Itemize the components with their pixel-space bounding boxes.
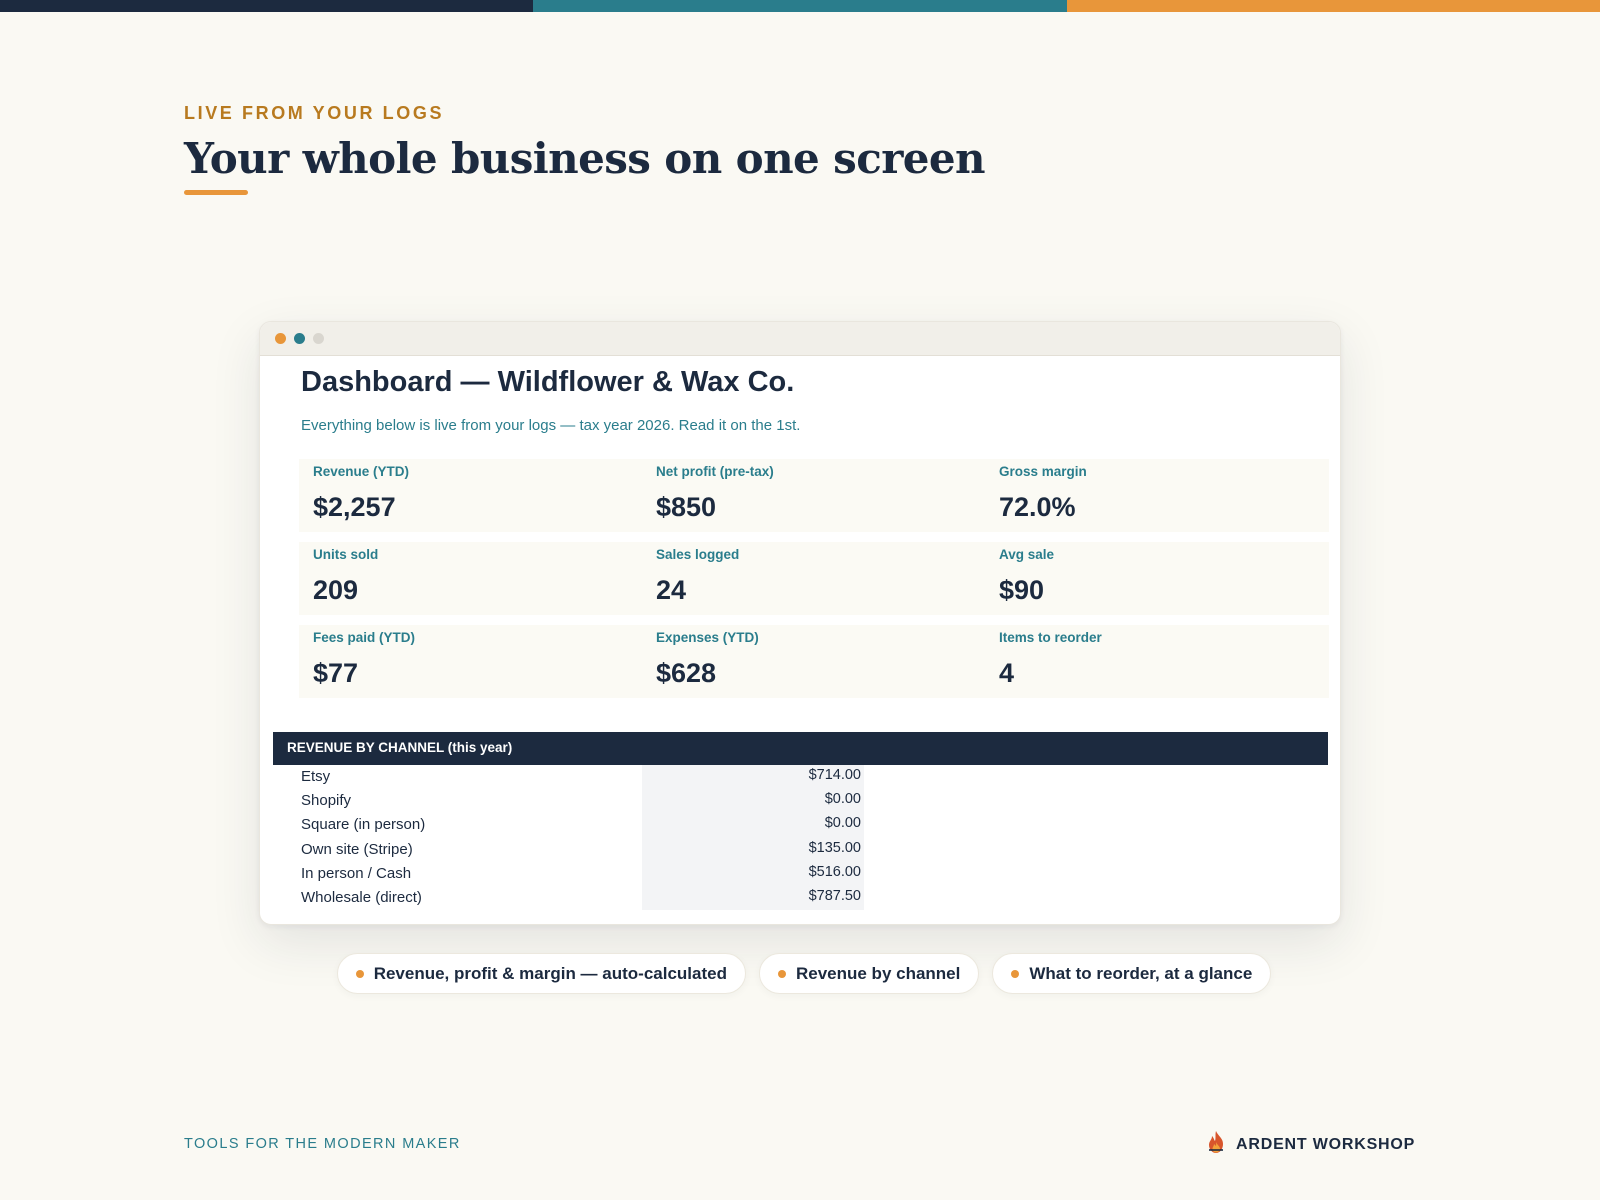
kpi-row: Fees paid (YTD) $77 Expenses (YTD) $628 …: [299, 625, 1329, 698]
kpi-label: Sales logged: [656, 547, 740, 562]
channel-table: Etsy $714.00 Shopify $0.00 Square (in pe…: [273, 765, 1328, 911]
kpi-value: $850: [656, 492, 717, 522]
channel-table-header: REVENUE BY CHANNEL (this year): [273, 732, 1328, 765]
channel-name: Square (in person): [301, 816, 426, 834]
feature-pill: Revenue by channel: [758, 953, 980, 994]
feature-pill: What to reorder, at a glance: [992, 953, 1272, 994]
table-row: In person / Cash $516.00: [273, 861, 1328, 886]
top-accent-bar: [0, 0, 1600, 12]
bullet-dot-icon: [355, 969, 364, 978]
kpi-card: Sales logged 24: [642, 542, 985, 615]
channel-name: In person / Cash: [301, 864, 412, 882]
kpi-label: Gross margin: [999, 464, 1087, 479]
channel-value: $0.00: [642, 789, 864, 814]
dashboard-title: Dashboard — Wildflower & Wax Co.: [301, 366, 795, 398]
channel-name: Etsy: [301, 768, 331, 785]
table-row: Shopify $0.00: [273, 789, 1328, 814]
flame-icon: [1206, 1130, 1226, 1159]
kpi-card: Items to reorder 4: [985, 625, 1329, 698]
feature-pill-label: Revenue, profit & margin — auto-calculat…: [373, 963, 727, 983]
feature-pill-label: Revenue by channel: [795, 963, 961, 983]
kpi-label: Fees paid (YTD): [313, 630, 416, 645]
channel-name: Shopify: [301, 792, 352, 810]
footer-brand: ARDENT WORKSHOP: [1206, 1130, 1415, 1159]
footer-tagline: TOOLS FOR THE MODERN MAKER: [184, 1136, 461, 1152]
bullet-dot-icon: [1011, 969, 1020, 978]
kpi-value: 72.0%: [999, 492, 1076, 522]
kpi-value: $90: [999, 575, 1045, 605]
kpi-label: Avg sale: [999, 547, 1055, 562]
kpi-card: Revenue (YTD) $2,257: [299, 459, 642, 532]
table-row: Wholesale (direct) $787.50: [273, 885, 1328, 911]
table-row: Own site (Stripe) $135.00: [273, 837, 1328, 862]
brand-name: ARDENT WORKSHOP: [1236, 1135, 1416, 1153]
table-row: Etsy $714.00: [273, 765, 1328, 790]
top-bar-segment-teal: [533, 0, 1067, 12]
kpi-card: Gross margin 72.0%: [985, 459, 1329, 532]
dashboard-subtitle: Everything below is live from your logs …: [301, 417, 801, 434]
eyebrow-label: LIVE FROM YOUR LOGS: [184, 103, 445, 123]
dashboard-window: Dashboard — Wildflower & Wax Co. Everyth…: [259, 321, 1341, 925]
channel-value: $135.00: [642, 837, 864, 862]
feature-pills: Revenue, profit & margin — auto-calculat…: [0, 953, 1600, 994]
page-headline: Your whole business on one screen: [184, 134, 986, 183]
channel-name: Wholesale (direct): [301, 888, 422, 906]
window-dot-teal: [294, 333, 305, 344]
kpi-row: Revenue (YTD) $2,257 Net profit (pre-tax…: [299, 459, 1329, 532]
kpi-card: Expenses (YTD) $628: [642, 625, 985, 698]
kpi-label: Net profit (pre-tax): [656, 464, 774, 479]
kpi-row: Units sold 209 Sales logged 24 Avg sale …: [299, 542, 1329, 615]
feature-pill-label: What to reorder, at a glance: [1029, 963, 1253, 983]
table-row: Square (in person) $0.00: [273, 813, 1328, 838]
kpi-card: Net profit (pre-tax) $850: [642, 459, 985, 532]
feature-pill: Revenue, profit & margin — auto-calculat…: [336, 953, 746, 994]
kpi-card: Fees paid (YTD) $77: [299, 625, 642, 698]
headline-underline: [184, 190, 248, 195]
channel-value: $787.50: [642, 885, 864, 911]
bullet-dot-icon: [777, 969, 786, 978]
channel-value: $0.00: [642, 813, 864, 838]
kpi-value: 24: [656, 575, 687, 605]
kpi-card: Avg sale $90: [985, 542, 1329, 615]
kpi-label: Revenue (YTD): [313, 464, 410, 479]
kpi-label: Expenses (YTD): [656, 630, 759, 645]
kpi-grid: Revenue (YTD) $2,257 Net profit (pre-tax…: [299, 459, 1329, 708]
kpi-label: Items to reorder: [999, 630, 1102, 645]
channel-name: Own site (Stripe): [301, 840, 413, 858]
window-chrome: [260, 322, 1340, 356]
channel-value: $714.00: [642, 765, 864, 790]
kpi-value: $628: [656, 658, 717, 688]
channel-value: $516.00: [642, 861, 864, 886]
top-bar-segment-navy: [0, 0, 534, 12]
top-bar-segment-orange: [1066, 0, 1600, 12]
kpi-value: 209: [313, 575, 359, 605]
kpi-value: $2,257: [313, 492, 396, 522]
kpi-card: Units sold 209: [299, 542, 642, 615]
kpi-value: $77: [313, 658, 359, 688]
kpi-value: 4: [999, 658, 1015, 688]
window-dot-orange: [275, 333, 286, 344]
kpi-label: Units sold: [313, 547, 379, 562]
window-dot-grey: [313, 333, 324, 344]
